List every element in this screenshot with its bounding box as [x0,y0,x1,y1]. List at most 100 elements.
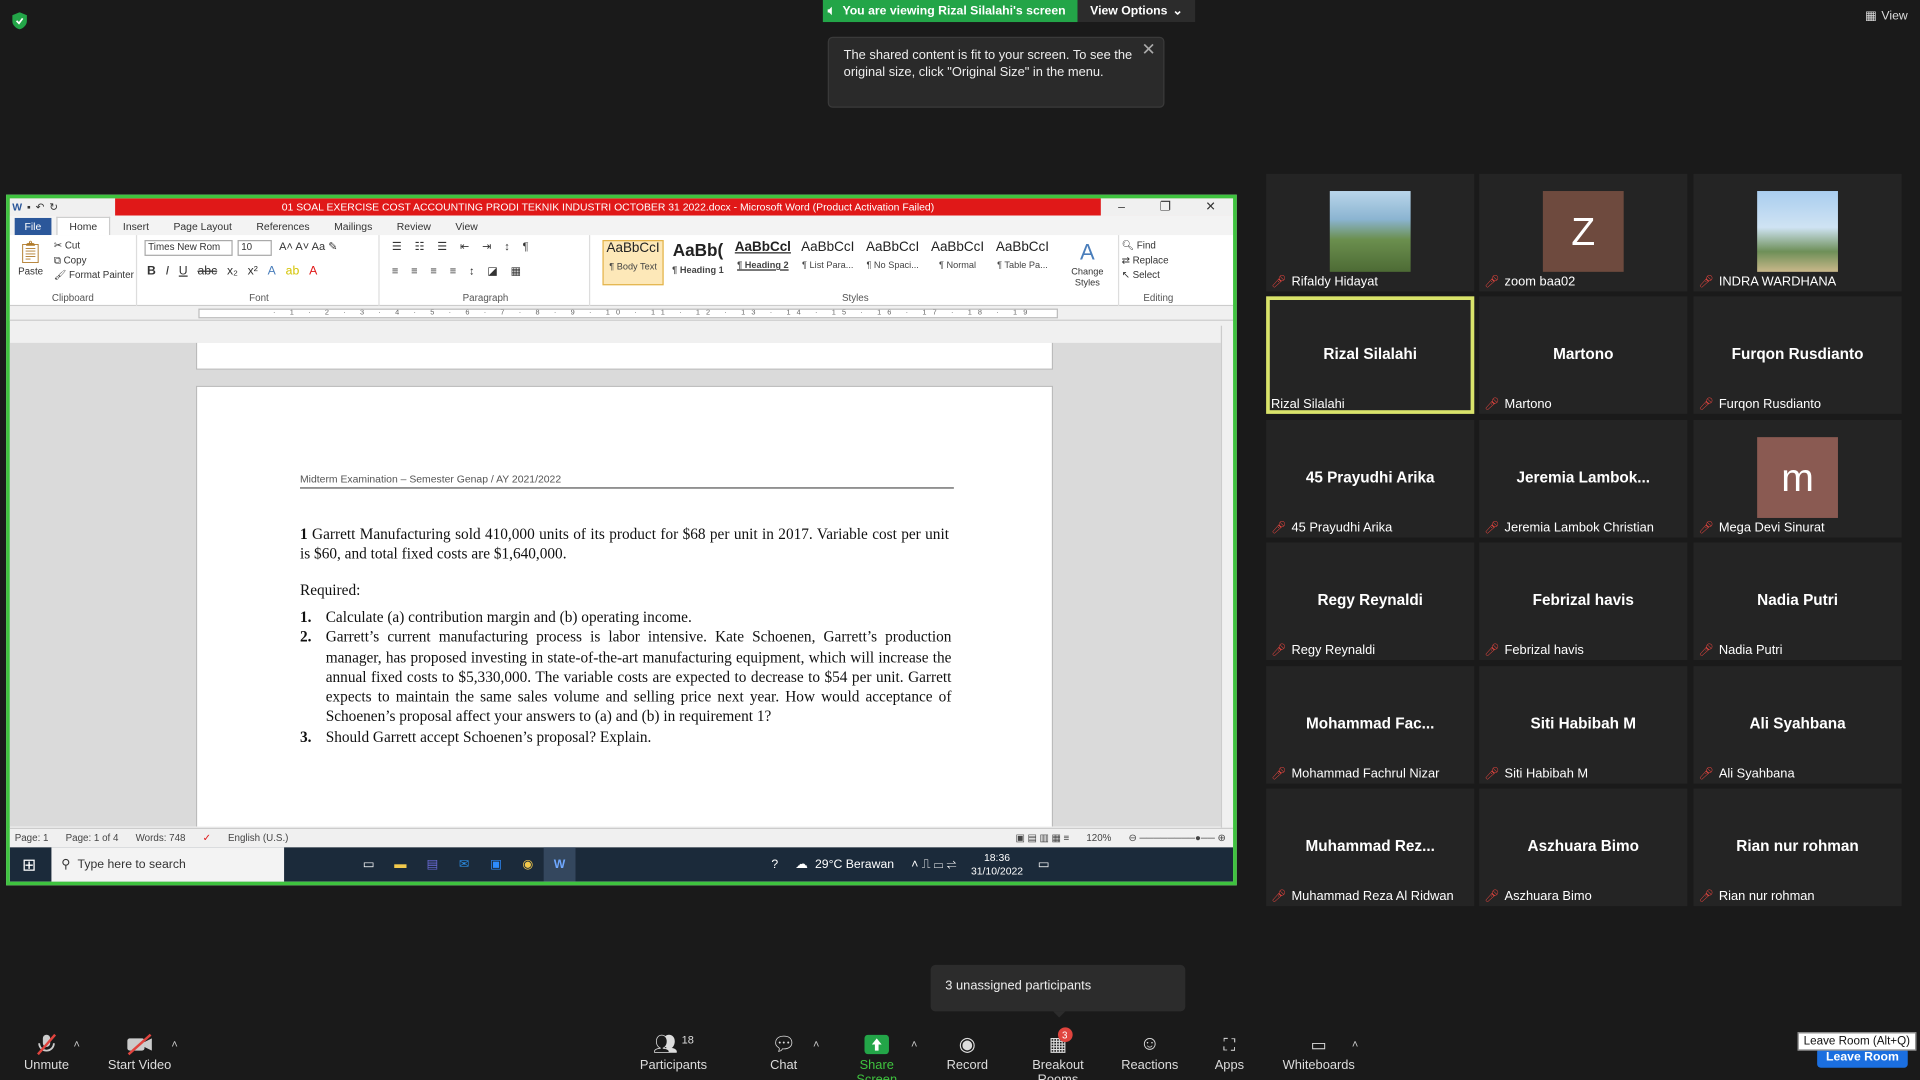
participant-tile[interactable]: Jeremia Lambok... 🎤︎ Jeremia Lambok Christ… [1479,420,1688,538]
participant-tile[interactable]: Aszhuara Bimo 🎤︎ Aszhuara Bimo [1479,788,1688,907]
view-button[interactable]: ▦ View [1865,10,1908,23]
caret-up-icon[interactable]: ˄ [73,1038,79,1050]
paste-button[interactable]: 📋︎ Paste [15,240,47,277]
vertical-scrollbar[interactable] [1220,325,1234,828]
word-taskbar-icon[interactable]: W [543,847,576,882]
style-no-spacing[interactable]: AaBbCcI ¶ No Spaci... [862,240,923,285]
strike-icon[interactable]: abc [197,264,217,277]
align-icons[interactable]: ≡ ≡ ≡ ≡ ↕ ◪ ▦ [392,264,526,277]
participants-button[interactable]: 👥︎ 18 Participants [639,1031,708,1072]
undo-icon[interactable]: ↶ [36,200,45,213]
status-page-of[interactable]: Page: 1 of 4 [66,833,119,844]
proofing-icon[interactable]: ✓ [203,833,211,844]
leave-room-button[interactable]: Leave Room [1817,1048,1908,1068]
bold-icon[interactable]: B [147,264,156,277]
app-icon[interactable]: ▤ [416,847,448,881]
chat-button[interactable]: 💬︎ Chat [759,1031,808,1073]
help-icon[interactable]: ? [771,858,778,871]
breakout-rooms-button[interactable]: ▦3Breakout Rooms [1011,1027,1104,1080]
select-button[interactable]: ↖ Select [1122,269,1160,280]
horizontal-ruler[interactable]: · 1 · 2 · 3 · 4 · 5 · 6 · 7 · 8 · 9 · 10… [9,306,1234,321]
style-heading-2[interactable]: AaBbCcl ¶ Heading 2 [732,240,793,285]
share-screen-button[interactable]: Share Screen [838,1031,916,1080]
participant-tile[interactable]: m 🎤︎ Mega Devi Sinurat [1693,420,1902,538]
find-button[interactable]: 🔍︎ Find [1122,240,1156,251]
font-size-select[interactable]: 10 [237,240,272,256]
participant-tile[interactable]: Rian nur rohman 🎤︎ Rian nur rohman [1693,788,1902,907]
format-painter-button[interactable]: 🖌︎ Format Painter [54,269,134,280]
participant-tile[interactable]: Z 🎤︎ zoom baa02 [1479,173,1688,292]
participant-tile[interactable]: Febrizal havis 🎤︎ Febrizal havis [1479,542,1688,661]
unmute-button[interactable]: Unmute [20,1031,74,1073]
caret-up-icon[interactable]: ˄ [1352,1038,1358,1050]
caret-up-icon[interactable]: ˄ [911,1038,917,1050]
change-styles-button[interactable]: A Change Styles [1065,240,1109,288]
grow-font-icon[interactable]: A˄ A˅ Aa ✎ [279,240,337,253]
participant-tile[interactable]: Mohammad Fac... 🎤︎ Mohammad Fachrul Nizar [1266,666,1475,784]
text-effects-icon[interactable]: A [268,264,276,277]
cut-button[interactable]: ✂ Cut [54,240,80,251]
list-icons[interactable]: ☰ ☷ ☰ ⇤ ⇥ ↕ ¶ [392,240,534,253]
highlight-icon[interactable]: ab [286,264,300,277]
reactions-button[interactable]: ☺ Reactions [1119,1031,1180,1072]
tab-mailings[interactable]: Mailings [322,218,385,235]
view-options-button[interactable]: View Options ⌄ [1077,0,1195,23]
replace-button[interactable]: ⇄ Replace [1122,255,1169,266]
apps-button[interactable]: ⛶ Apps [1207,1031,1251,1073]
tab-insert[interactable]: Insert [111,218,162,235]
zoom-app-icon[interactable]: ▣ [480,847,512,881]
shield-icon[interactable] [12,12,27,30]
save-icon[interactable]: ▪ [27,201,31,213]
tab-home[interactable]: Home [55,216,111,236]
clock[interactable]: 18:36 31/10/2022 [971,851,1023,878]
mail-icon[interactable]: ✉ [448,847,480,881]
participant-tile[interactable]: Rizal Silalahi Rizal Silalahi [1266,296,1475,414]
notification-icon[interactable]: ▭ [1038,858,1050,871]
chrome-icon[interactable]: ◉ [512,847,544,881]
caret-up-icon[interactable]: ˄ [813,1038,819,1050]
underline-icon[interactable]: U [179,264,188,277]
subscript-icon[interactable]: x₂ [227,264,238,277]
participant-tile[interactable]: Martono 🎤︎ Martono [1479,296,1688,414]
superscript-icon[interactable]: x² [248,264,258,277]
font-name-select[interactable]: Times New Rom [144,240,233,256]
participant-tile[interactable]: 🎤︎ Rifaldy Hidayat [1266,173,1475,292]
tab-references[interactable]: References [244,218,322,235]
participant-tile[interactable]: Furqon Rusdianto 🎤︎ Furqon Rusdianto [1693,296,1902,414]
task-view-icon[interactable]: ▭ [353,847,385,881]
font-color-icon[interactable]: A [309,264,317,277]
tab-view[interactable]: View [443,218,490,235]
weather-text[interactable]: 29°C Berawan [815,858,894,871]
style-body-text[interactable]: AaBbCcI ¶ Body Text [602,240,664,286]
participant-tile[interactable]: Ali Syahbana 🎤︎ Ali Syahbana [1693,666,1902,784]
style-table-paragraph[interactable]: AaBbCcI ¶ Table Pa... [992,240,1053,285]
start-video-button[interactable]: Start Video [105,1031,174,1073]
document-page[interactable]: Midterm Examination – Semester Genap / A… [195,385,1054,827]
minimize-icon[interactable]: – [1118,200,1125,213]
participant-tile[interactable]: Muhammad Rez... 🎤︎ Muhammad Reza Al Ridwan [1266,788,1475,907]
caret-up-icon[interactable]: ˄ [171,1038,177,1050]
status-language[interactable]: English (U.S.) [228,833,288,844]
participant-tile[interactable]: 45 Prayudhi Arika 🎤︎ 45 Prayudhi Arika [1266,420,1475,538]
participant-tile[interactable]: Nadia Putri 🎤︎ Nadia Putri [1693,542,1902,661]
copy-button[interactable]: ⧉ Copy [54,255,87,267]
status-page[interactable]: Page: 1 [15,833,49,844]
record-button[interactable]: ◉ Record [943,1031,992,1073]
tab-review[interactable]: Review [385,218,444,235]
tray-icons[interactable]: ˄ ⎍ ▭ ⇌ [911,858,956,871]
redo-icon[interactable]: ↻ [49,200,58,213]
view-mode-icons[interactable]: ▣ ▤ ▥ ▦ ≡ [1016,833,1070,844]
tab-page-layout[interactable]: Page Layout [161,218,244,235]
zoom-slider[interactable]: ⊖ ────────●── ⊕ [1129,833,1226,844]
participant-tile[interactable]: 🎤︎ INDRA WARDHANA [1693,173,1902,292]
restore-icon[interactable]: ❐ [1160,200,1171,213]
whiteboards-button[interactable]: ▭ Whiteboards [1281,1031,1357,1073]
status-words[interactable]: Words: 748 [136,833,186,844]
close-window-icon[interactable]: ✕ [1205,200,1215,213]
style-list-paragraph[interactable]: AaBbCcI ¶ List Para... [797,240,858,285]
windows-start-icon[interactable]: ⊞ [22,855,36,876]
file-explorer-icon[interactable]: ▬ [384,847,416,881]
close-icon[interactable]: ✕ [1142,40,1156,57]
taskbar-search[interactable]: ⚲ Type here to search [51,847,285,882]
participant-tile[interactable]: Siti Habibah M 🎤︎ Siti Habibah M [1479,666,1688,784]
